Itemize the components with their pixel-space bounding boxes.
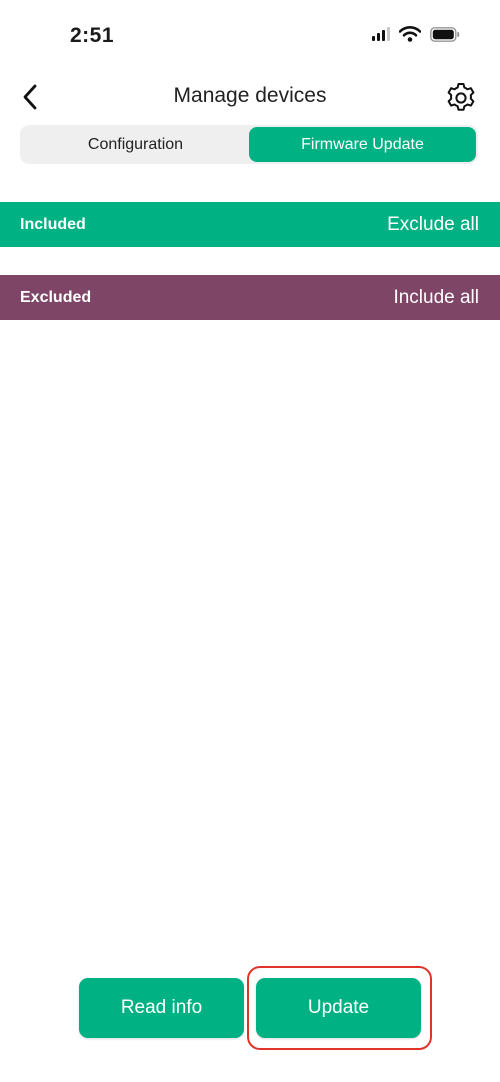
gear-icon bbox=[447, 83, 475, 111]
cellular-signal-icon bbox=[372, 27, 390, 41]
battery-icon bbox=[430, 26, 460, 42]
settings-button[interactable] bbox=[444, 81, 478, 115]
wifi-icon bbox=[399, 26, 421, 42]
included-label: Included bbox=[20, 215, 86, 233]
exclude-all-button[interactable]: Exclude all bbox=[387, 214, 479, 236]
excluded-section-header: Excluded Include all bbox=[0, 275, 500, 320]
nav-header: Manage devices bbox=[0, 74, 500, 122]
page-title: Manage devices bbox=[173, 84, 327, 107]
status-bar: 2:51 bbox=[0, 0, 500, 74]
update-button[interactable]: Update bbox=[256, 978, 421, 1038]
include-all-button[interactable]: Include all bbox=[393, 287, 479, 309]
status-icons bbox=[372, 26, 460, 42]
tab-firmware-update[interactable]: Firmware Update bbox=[249, 127, 476, 162]
tab-configuration[interactable]: Configuration bbox=[22, 127, 249, 162]
segmented-tabs: Configuration Firmware Update bbox=[20, 125, 478, 164]
excluded-label: Excluded bbox=[20, 288, 92, 306]
status-time: 2:51 bbox=[70, 24, 115, 47]
included-section-header: Included Exclude all bbox=[0, 202, 500, 247]
read-info-button[interactable]: Read info bbox=[79, 978, 244, 1038]
